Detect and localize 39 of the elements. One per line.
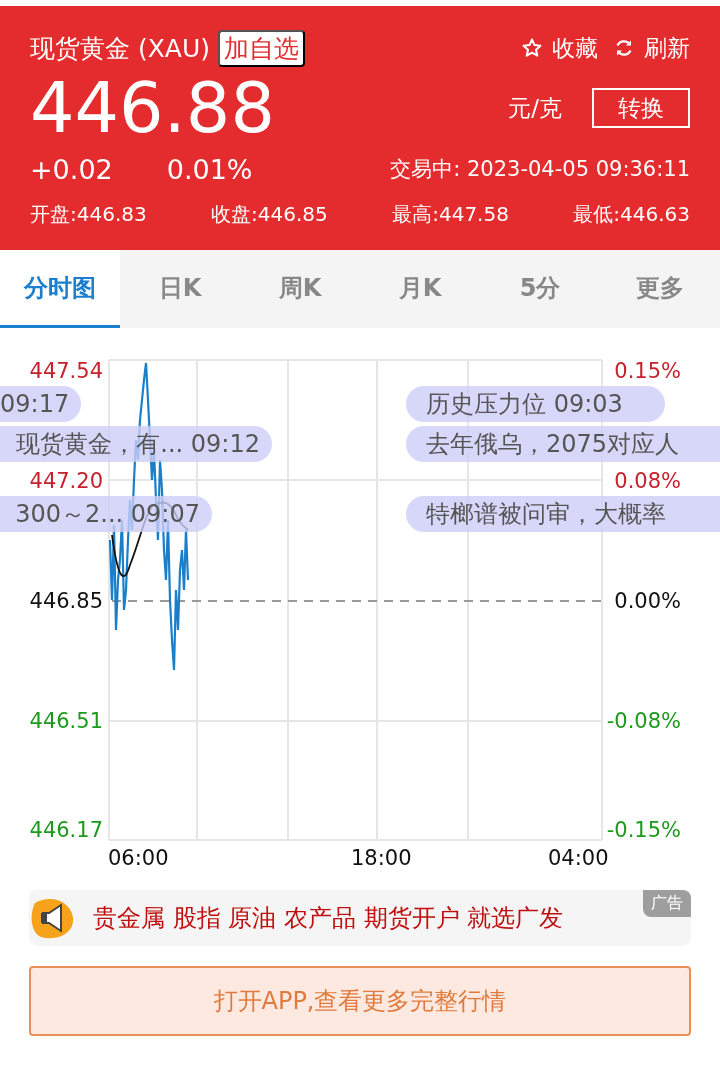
price-axis-label: 446.51 bbox=[29, 709, 103, 733]
percent-axis-label: -0.15% bbox=[606, 818, 681, 842]
ad-badge: 广告 bbox=[643, 890, 691, 917]
unit-label: 元/克 bbox=[508, 93, 562, 123]
news-bubble[interactable]: 300～2... 09:07 bbox=[0, 496, 212, 532]
chart-tab[interactable]: 分时图 bbox=[0, 250, 120, 328]
price-axis-label: 446.17 bbox=[29, 818, 103, 842]
percent-axis-label: 0.15% bbox=[614, 359, 681, 383]
percent-axis-label: 0.08% bbox=[614, 469, 681, 493]
refresh-icon bbox=[614, 38, 634, 58]
add-watchlist-button[interactable]: 加自选 bbox=[218, 29, 305, 67]
time-axis-label: 04:00 bbox=[548, 846, 609, 870]
time-axis-label: 06:00 bbox=[108, 846, 169, 870]
convert-button[interactable]: 转换 bbox=[592, 88, 690, 128]
price-axis-label: 447.20 bbox=[29, 469, 103, 493]
news-bubble[interactable]: 去年俄乌，2075对应人 bbox=[406, 426, 720, 462]
news-bubble[interactable]: 现货黄金，有... 09:12 bbox=[0, 426, 272, 462]
price-stat: 最低:446.63 bbox=[573, 200, 690, 228]
news-bubble[interactable]: 特榔谱被问审，大概率 bbox=[406, 496, 720, 532]
instrument-title: 现货黄金 (XAU) bbox=[30, 32, 210, 65]
news-bubble[interactable]: 历史压力位 09:03 bbox=[406, 386, 665, 422]
ad-text[interactable]: 贵金属 股指 原油 农产品 期货开户 就选广发 bbox=[93, 902, 564, 934]
price-stat: 收盘:446.85 bbox=[211, 200, 328, 228]
price-axis-label: 446.85 bbox=[29, 589, 103, 613]
star-icon bbox=[522, 38, 542, 58]
price-axis-label: 447.54 bbox=[29, 359, 103, 383]
open-app-button[interactable]: 打开APP,查看更多完整行情 bbox=[29, 966, 691, 1036]
trading-status: 交易中: 2023-04-05 09:36:11 bbox=[390, 156, 690, 183]
price-change: +0.02 bbox=[30, 153, 113, 185]
percent-axis-label: -0.08% bbox=[606, 709, 681, 733]
current-price: 446.88 bbox=[30, 68, 275, 148]
price-stat: 开盘:446.83 bbox=[30, 200, 147, 228]
star-button[interactable]: 收藏 bbox=[522, 32, 598, 64]
change-percent: 0.01% bbox=[166, 153, 253, 185]
news-bubble[interactable]: 09:17 bbox=[0, 386, 82, 422]
price-stat: 最高:447.58 bbox=[392, 200, 509, 228]
refresh-button[interactable]: 刷新 bbox=[614, 32, 690, 64]
time-axis-label: 18:00 bbox=[351, 846, 412, 870]
percent-axis-label: 0.00% bbox=[614, 589, 681, 613]
